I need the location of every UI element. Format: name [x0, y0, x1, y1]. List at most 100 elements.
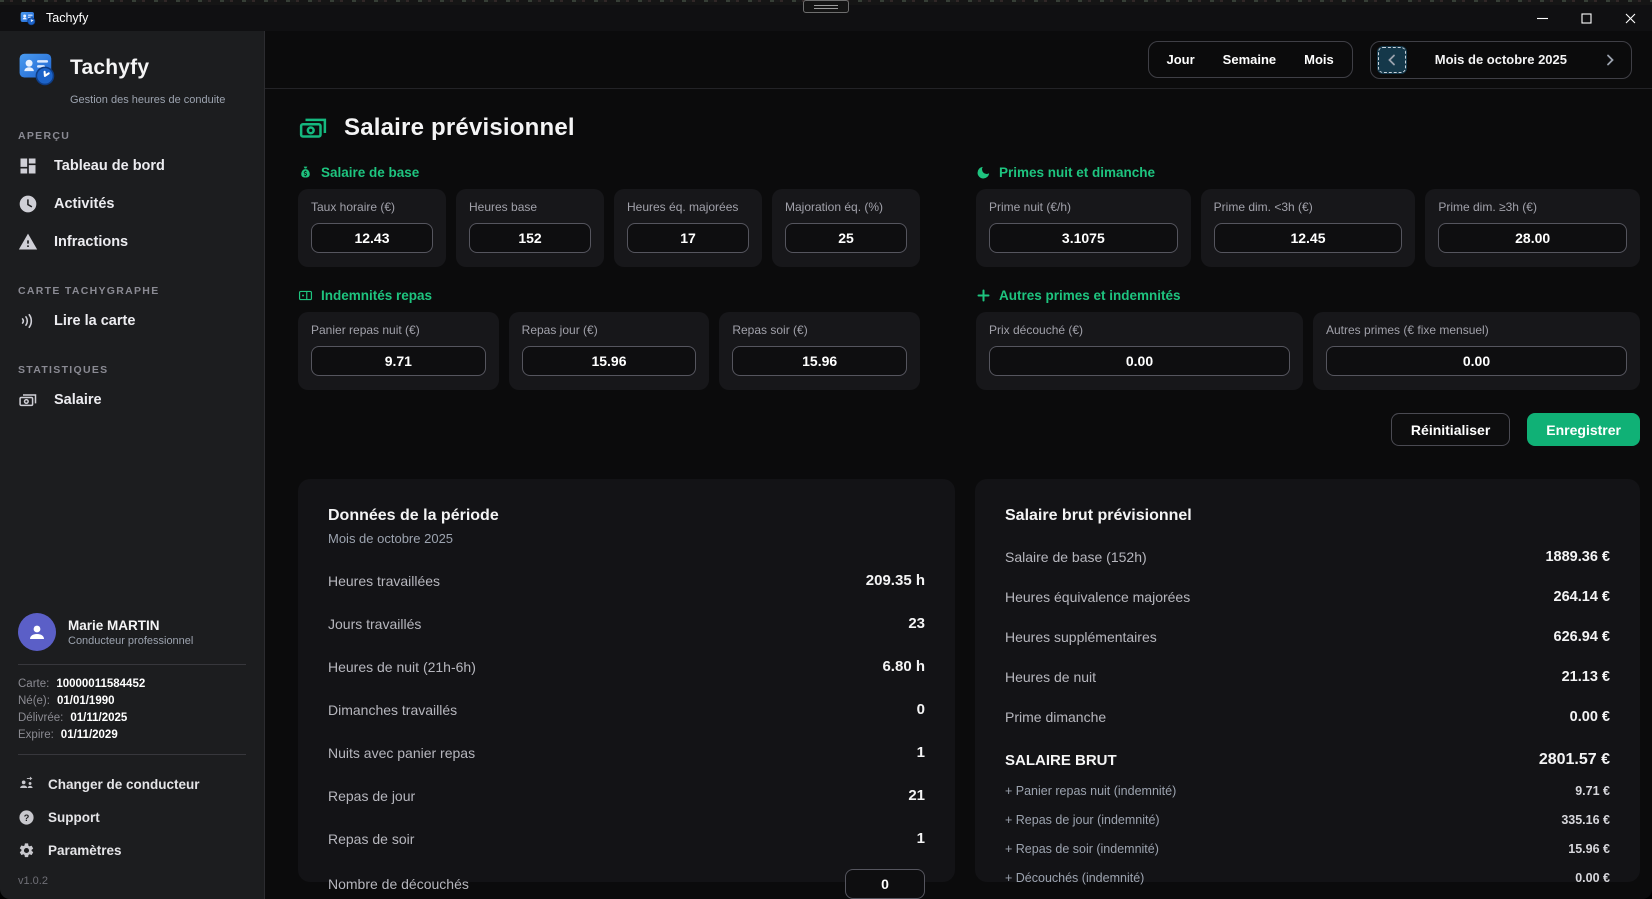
support-button[interactable]: ? Support [18, 801, 246, 834]
group-title: Salaire de base [321, 165, 420, 180]
sidebar-item-label: Salaire [54, 392, 102, 408]
stat-row-heures-nuit: Heures de nuit (21h-6h) 6.80 h [328, 658, 925, 675]
salary-row-equivalence: Heures équivalence majorées 264.14 € [1005, 589, 1610, 605]
avatar [18, 613, 56, 651]
settings-button[interactable]: Paramètres [18, 834, 246, 867]
salary-summary-panel: Salaire brut prévisionnel Salaire de bas… [975, 479, 1640, 885]
user-detail-expire: Expire: 01/11/2029 [18, 729, 118, 741]
month-label[interactable]: Mois de octobre 2025 [1413, 52, 1589, 67]
sidebar-item-tableau-de-bord[interactable]: Tableau de bord [0, 147, 264, 185]
field-majoration-eq: Majoration éq. (%) [772, 189, 920, 267]
panier-repas-nuit-input[interactable] [311, 346, 486, 376]
salary-row-dimanche: Prime dimanche 0.00 € [1005, 709, 1610, 725]
support-label: Support [48, 810, 100, 825]
nav-section-apercu: APERÇU [18, 130, 71, 142]
brand-logo-icon [18, 49, 56, 87]
stat-row-nuits-panier: Nuits avec panier repas 1 [328, 744, 925, 761]
clock-icon [18, 194, 38, 214]
banknote-icon [18, 390, 38, 410]
change-driver-button[interactable]: Changer de conducteur [18, 768, 246, 801]
banknote-icon [298, 113, 328, 143]
period-panel-subtitle: Mois de octobre 2025 [328, 531, 454, 546]
stat-row-repas-soir: Repas de soir 1 [328, 830, 925, 847]
switch-user-icon [18, 776, 35, 793]
salary-row-nuit: Heures de nuit 21.13 € [1005, 669, 1610, 685]
form-actions: Réinitialiser Enregistrer [298, 413, 1640, 446]
app-logo-icon [20, 10, 36, 26]
help-icon: ? [18, 809, 35, 826]
stat-row-decouches: Nombre de découchés [328, 869, 925, 899]
nav-section-statistiques: STATISTIQUES [18, 364, 109, 376]
majoration-eq-input[interactable] [785, 223, 907, 253]
sidebar-item-salaire[interactable]: Salaire [0, 381, 264, 419]
next-month-button[interactable] [1595, 46, 1625, 74]
repas-soir-input[interactable] [732, 346, 907, 376]
salary-row-supplementaires: Heures supplémentaires 626.94 € [1005, 629, 1610, 645]
autres-primes-input[interactable] [1326, 346, 1627, 376]
summary-panels: Données de la période Mois de octobre 20… [298, 479, 1640, 899]
brand-tagline: Gestion des heures de conduite [70, 94, 226, 106]
settings-label: Paramètres [48, 843, 122, 858]
user-detail-carte: Carte: 10000011584452 [18, 678, 146, 690]
field-heures-base: Heures base [456, 189, 604, 267]
user-zone: Marie MARTIN Conducteur professionnel Ca… [0, 613, 264, 887]
user-detail-delivree: Délivrée: 01/11/2025 [18, 712, 128, 724]
sidebar-item-lire-la-carte[interactable]: Lire la carte [0, 302, 264, 340]
taux-horaire-input[interactable] [311, 223, 433, 253]
window-controls [1520, 5, 1652, 31]
brand: Tachyfy [0, 47, 264, 87]
heures-eq-majorees-input[interactable] [627, 223, 749, 253]
contactless-icon [18, 311, 38, 331]
previous-month-button[interactable] [1376, 45, 1407, 74]
addition-repas-jour: + Repas de jour (indemnité) 335.16 € [1005, 813, 1610, 827]
main-header: Jour Semaine Mois Mois de octobre 2025 [265, 31, 1652, 89]
heures-base-input[interactable] [469, 223, 591, 253]
repas-jour-input[interactable] [521, 346, 697, 376]
tab-semaine[interactable]: Semaine [1210, 46, 1289, 73]
sidebar-item-label: Tableau de bord [54, 158, 165, 174]
minimize-button[interactable] [1520, 5, 1564, 31]
nombre-decouches-input[interactable] [845, 869, 925, 899]
prime-dim-moins-3h-input[interactable] [1213, 223, 1403, 253]
stat-row-dimanches: Dimanches travaillés 0 [328, 701, 925, 718]
group-salaire-de-base: Salaire de base Taux horaire (€) Heures … [298, 165, 920, 267]
salary-brut-row: SALAIRE BRUT 2801.57 € [1005, 751, 1610, 769]
field-heures-eq-majorees: Heures éq. majorées [614, 189, 762, 267]
field-prime-dim-plus-3h: Prime dim. ≥3h (€) [1425, 189, 1640, 267]
page-title: Salaire prévisionnel [344, 114, 575, 141]
prime-dim-plus-3h-input[interactable] [1438, 223, 1627, 253]
tab-mois[interactable]: Mois [1291, 46, 1347, 73]
field-repas-soir: Repas soir (€) [719, 312, 920, 390]
sidebar-item-label: Activités [54, 196, 115, 212]
app-window: Tachyfy Tachyfy Gestion des heures de co… [0, 0, 1652, 899]
prime-nuit-input[interactable] [989, 223, 1178, 253]
sidebar-item-label: Lire la carte [54, 313, 136, 329]
group-autres-primes: Autres primes et indemnités Prix découch… [976, 288, 1640, 390]
field-taux-horaire: Taux horaire (€) [298, 189, 446, 267]
stat-row-heures-travaillees: Heures travaillées 209.35 h [328, 572, 925, 589]
close-button[interactable] [1608, 5, 1652, 31]
reset-button[interactable]: Réinitialiser [1390, 413, 1511, 446]
brand-name: Tachyfy [70, 56, 150, 79]
addition-repas-soir: + Repas de soir (indemnité) 15.96 € [1005, 842, 1610, 856]
warning-icon [18, 232, 38, 252]
field-prix-decouche: Prix découché (€) [976, 312, 1303, 390]
gear-icon [18, 842, 35, 859]
overlay-grab-handle[interactable] [803, 0, 849, 13]
sidebar-item-activites[interactable]: Activités [0, 185, 264, 223]
sidebar-item-infractions[interactable]: Infractions [0, 223, 264, 261]
stat-row-repas-jour: Repas de jour 21 [328, 787, 925, 804]
divider [18, 664, 246, 665]
main-area: Jour Semaine Mois Mois de octobre 2025 S… [265, 31, 1652, 899]
money-bag-icon [298, 165, 313, 180]
period-panel-title: Données de la période [328, 507, 499, 524]
maximize-button[interactable] [1564, 5, 1608, 31]
prix-decouche-input[interactable] [989, 346, 1290, 376]
month-selector: Mois de octobre 2025 [1369, 40, 1632, 79]
period-tabs: Jour Semaine Mois [1147, 41, 1353, 78]
save-button[interactable]: Enregistrer [1527, 413, 1640, 446]
content: Salaire prévisionnel Salaire de base Tau… [265, 89, 1652, 899]
group-primes-nuit-dimanche: Primes nuit et dimanche Prime nuit (€/h)… [976, 165, 1640, 267]
sidebar: Tachyfy Gestion des heures de conduite A… [0, 31, 265, 899]
tab-jour[interactable]: Jour [1154, 46, 1208, 73]
